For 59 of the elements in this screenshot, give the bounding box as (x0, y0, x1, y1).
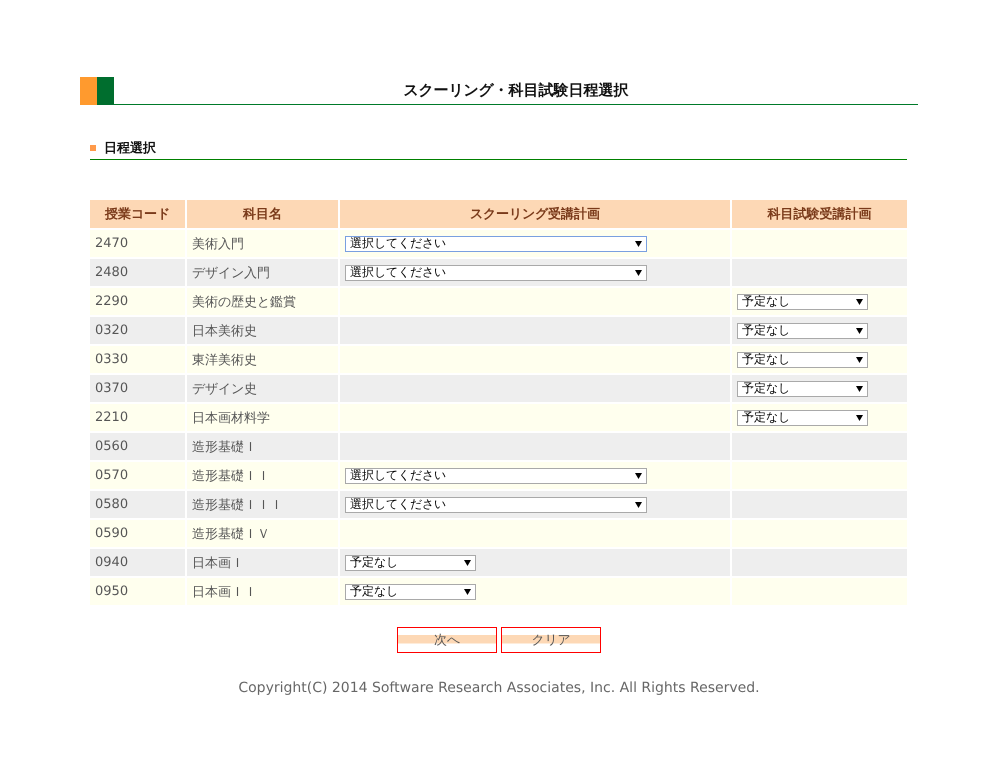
caret-icon (464, 588, 471, 594)
table-cell: 0370 (90, 375, 185, 402)
form-button[interactable]: クリア (501, 627, 601, 653)
table-cell: 美術の歴史と鑑賞 (187, 288, 338, 315)
dropdown[interactable]: 予定なし (737, 380, 868, 396)
column-header: スクーリング受講計画 (340, 200, 730, 228)
table-cell: 2210 (90, 404, 185, 431)
table-cell: 0950 (90, 578, 185, 605)
copyright-text: Copyright(C) 2014 Software Research Associates, Inc. All Rights Reserved. (238, 680, 760, 696)
table-cell: 造形基礎ＩＶ (187, 520, 338, 547)
table-cell: 0940 (90, 549, 185, 576)
table-cell: 造形基礎ＩＩ (187, 462, 338, 489)
table-cell: 日本画ＩＩ (187, 578, 338, 605)
table-cell: 0320 (90, 317, 185, 344)
table-cell: デザイン入門 (187, 259, 338, 286)
table-cell: 造形基礎Ｉ (187, 433, 338, 460)
caret-icon (635, 502, 642, 508)
column-header: 授業コード (90, 200, 185, 228)
table-cell: 日本画材料学 (187, 404, 338, 431)
table-cell: 造形基礎ＩＩＩ (187, 491, 338, 518)
table-cell: 2290 (90, 288, 185, 315)
dropdown[interactable]: 予定なし (737, 410, 868, 426)
table-cell: 0570 (90, 462, 185, 489)
caret-icon (856, 414, 863, 420)
caret-icon (856, 386, 863, 392)
caret-icon (856, 298, 863, 304)
bullet-icon (90, 145, 96, 151)
caret-icon (635, 240, 642, 246)
table-cell: 0330 (90, 346, 185, 373)
column-header: 科目試験受講計画 (732, 200, 907, 228)
table-cell: 日本美術史 (187, 317, 338, 344)
form-button[interactable]: 次へ (397, 627, 497, 653)
table-cell: 0590 (90, 520, 185, 547)
dropdown[interactable]: 予定なし (737, 352, 868, 368)
page-title: スクーリング・科目試験日程選択 (404, 81, 628, 100)
caret-icon (856, 328, 863, 334)
dropdown[interactable]: 選択してください (345, 496, 647, 512)
caret-icon (464, 560, 471, 566)
dropdown[interactable]: 予定なし (737, 294, 868, 310)
caret-icon (635, 472, 642, 478)
table-cell: 2470 (90, 230, 185, 257)
column-header: 科目名 (187, 200, 338, 228)
caret-icon (856, 356, 863, 362)
table-cell: 2480 (90, 259, 185, 286)
dropdown[interactable]: 選択してください (345, 468, 647, 484)
table-cell: 東洋美術史 (187, 346, 338, 373)
dropdown[interactable]: 選択してください (345, 264, 647, 280)
section-title: 日程選択 (104, 140, 156, 157)
table-cell: 0580 (90, 491, 185, 518)
dropdown[interactable]: 予定なし (345, 584, 476, 600)
table-cell: 0560 (90, 433, 185, 460)
caret-icon (635, 270, 642, 276)
dropdown[interactable]: 予定なし (345, 554, 476, 570)
table-cell: デザイン史 (187, 375, 338, 402)
dropdown[interactable]: 予定なし (737, 322, 868, 338)
logo-block (80, 77, 97, 105)
dropdown[interactable]: 選択してください (345, 236, 647, 252)
table-cell: 日本画Ｉ (187, 549, 338, 576)
table-cell: 美術入門 (187, 230, 338, 257)
